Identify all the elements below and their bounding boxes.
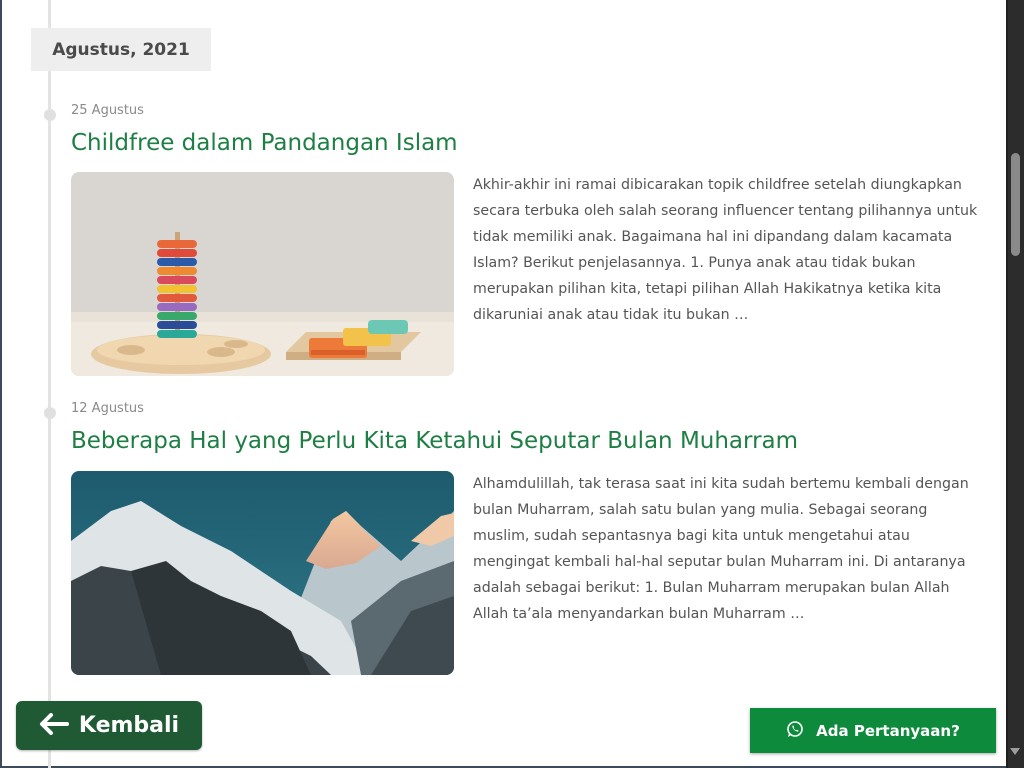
mountain-image (71, 471, 454, 675)
post-date: 12 Agustus (71, 401, 144, 416)
whatsapp-icon (786, 720, 804, 742)
back-button-label: Kembali (78, 713, 180, 738)
stacking-toy-image (71, 172, 454, 376)
post-thumbnail[interactable] (71, 172, 454, 376)
ask-question-button[interactable]: Ada Pertanyaan? (750, 708, 996, 753)
ask-question-label: Ada Pertanyaan? (816, 721, 960, 740)
back-button[interactable]: Kembali (16, 701, 202, 750)
scroll-down-arrow-icon[interactable] (1010, 748, 1020, 755)
scrollbar-thumb[interactable] (1011, 153, 1020, 256)
arrow-left-icon (39, 712, 69, 740)
post-date: 25 Agustus (71, 103, 144, 118)
post-excerpt: Akhir-akhir ini ramai dibicarakan topik … (473, 177, 978, 323)
post-excerpt: Alhamdulillah, tak terasa saat ini kita … (473, 476, 969, 622)
window-border-left (0, 0, 2, 768)
timeline-dot (44, 407, 56, 419)
scrollbar[interactable] (1006, 0, 1024, 768)
timeline-dot (44, 109, 56, 121)
post-title-link[interactable]: Childfree dalam Pandangan Islam (71, 130, 458, 156)
post-thumbnail[interactable] (71, 471, 454, 675)
month-heading: Agustus, 2021 (31, 28, 211, 71)
post-title-link[interactable]: Beberapa Hal yang Perlu Kita Ketahui Sep… (71, 428, 798, 454)
